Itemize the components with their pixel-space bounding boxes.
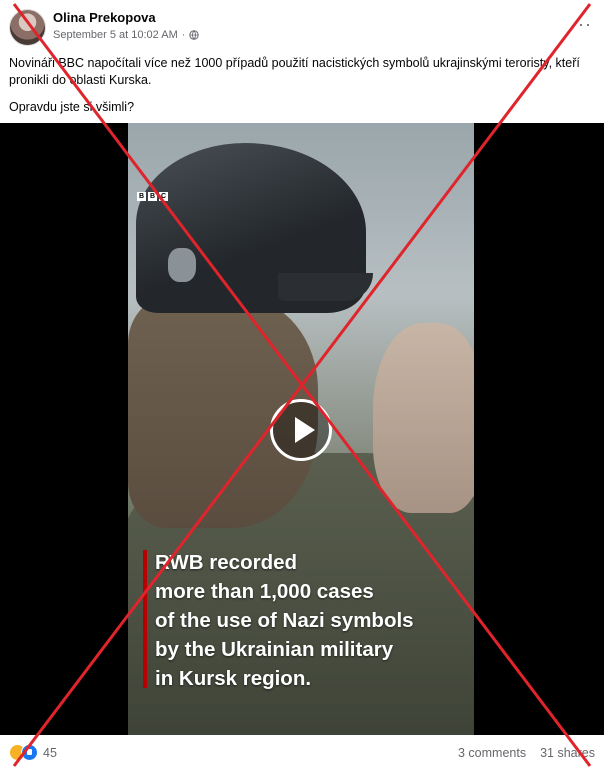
shares-link[interactable]: 31 shares bbox=[540, 746, 595, 760]
soldier-hand bbox=[373, 323, 474, 513]
post-timestamp[interactable]: September 5 at 10:02 AM bbox=[53, 29, 178, 41]
bbc-logo-letter: B bbox=[148, 192, 157, 201]
post-header: Olina Prekopova September 5 at 10:02 AM … bbox=[0, 0, 604, 50]
post-text-question: Opravdu jste si všimli? bbox=[9, 100, 135, 114]
bbc-logo: B B C bbox=[137, 192, 168, 201]
play-icon[interactable] bbox=[270, 399, 332, 461]
post-text-paragraph: Novináři BBC napočítali více než 1000 př… bbox=[9, 56, 580, 87]
bbc-logo-letter: B bbox=[137, 192, 146, 201]
reaction-count: 45 bbox=[43, 745, 57, 760]
more-options-button[interactable]: ··· bbox=[571, 14, 592, 35]
like-icon bbox=[21, 744, 38, 761]
globe-icon bbox=[189, 30, 200, 40]
post-footer: 45 3 comments 31 shares bbox=[0, 738, 604, 770]
caption-line: in Kursk region. bbox=[155, 667, 312, 690]
avatar[interactable] bbox=[9, 9, 46, 46]
caption-line: by the Ukrainian military bbox=[155, 638, 394, 661]
reactions-summary[interactable]: 45 bbox=[9, 744, 57, 761]
helmet-emblem bbox=[168, 248, 196, 282]
meta-separator: · bbox=[181, 29, 186, 41]
helmet-brim bbox=[278, 273, 373, 301]
video-player[interactable]: B B C RWB recorded more than 1,000 cases… bbox=[0, 123, 604, 735]
post-stats: 3 comments 31 shares bbox=[458, 746, 595, 760]
caption-accent-bar bbox=[143, 550, 147, 688]
post-meta: September 5 at 10:02 AM · bbox=[53, 29, 200, 41]
post-text: Novináři BBC napočítali více než 1000 př… bbox=[9, 55, 595, 126]
video-caption: RWB recorded more than 1,000 cases of th… bbox=[155, 548, 465, 693]
caption-line: RWB recorded bbox=[155, 551, 298, 574]
caption-line: of the use of Nazi symbols bbox=[155, 609, 414, 632]
comments-link[interactable]: 3 comments bbox=[458, 746, 526, 760]
video-frame: B B C RWB recorded more than 1,000 cases… bbox=[128, 123, 474, 735]
caption-line: more than 1,000 cases bbox=[155, 580, 374, 603]
author-name[interactable]: Olina Prekopova bbox=[53, 10, 156, 25]
bbc-logo-letter: C bbox=[159, 192, 168, 201]
